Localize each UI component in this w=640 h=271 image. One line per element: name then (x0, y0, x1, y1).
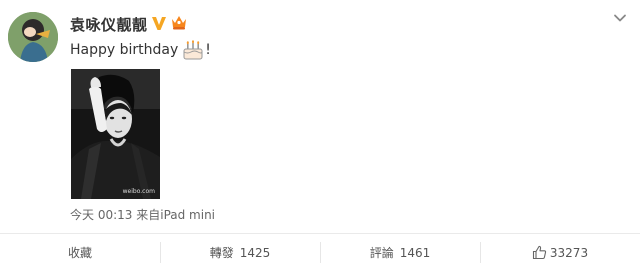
comment-button[interactable]: 評論 1461 (320, 234, 480, 271)
cake-emoji-icon (182, 40, 204, 60)
like-count: 33273 (549, 245, 589, 260)
post-meta: 今天 00:13 来自iPad mini (70, 206, 215, 223)
post-text: Happy birthday ! (70, 40, 211, 60)
post-text-suffix: ! (205, 42, 211, 58)
repost-label: 轉發 (209, 246, 234, 260)
repost-count: 1425 (239, 245, 271, 260)
comment-count: 1461 (399, 245, 431, 260)
repost-button[interactable]: 轉發 1425 (160, 234, 320, 271)
username[interactable]: 袁咏仪靓靓 (70, 14, 148, 35)
thumbs-up-icon (532, 245, 547, 260)
comment-label: 評論 (369, 246, 394, 260)
post-text-content: Happy birthday (70, 42, 179, 58)
chevron-down-icon[interactable] (612, 10, 628, 26)
post-timestamp[interactable]: 今天 00:13 (70, 208, 132, 222)
action-bar: 收藏 轉發 1425 評論 1461 33273 (0, 234, 640, 271)
post-photo[interactable]: weibo.com (71, 69, 160, 199)
avatar[interactable] (8, 12, 58, 62)
favorite-button[interactable]: 收藏 (0, 234, 160, 271)
photo-watermark: weibo.com (122, 188, 155, 195)
verified-v-icon[interactable] (150, 14, 168, 32)
post-source[interactable]: 来自iPad mini (136, 208, 215, 222)
like-button[interactable]: 33273 (480, 234, 640, 271)
weibo-post-card: 袁咏仪靓靓 Happy birthday ! weibo.com 今天 00:1… (0, 0, 640, 271)
crown-vip-icon[interactable] (170, 13, 188, 31)
favorite-label: 收藏 (67, 246, 92, 260)
